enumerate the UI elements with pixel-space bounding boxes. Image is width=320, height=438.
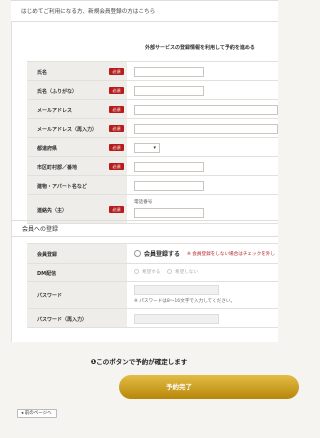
label-name-kana: 氏名（ふりがな）: [37, 89, 78, 95]
dm-yes-radio[interactable]: [134, 269, 139, 274]
label-building: 建物・アパート名など: [37, 184, 87, 190]
label-email-confirm: メールアドレス（再入力）: [37, 127, 98, 133]
label-email: メールアドレス: [37, 108, 73, 114]
confirm-text: ❶このボタンで予約が確定します: [90, 358, 188, 366]
row-name-kana: 氏名（ふりがな） 必須: [27, 80, 278, 99]
row-email: メールアドレス 必須: [27, 99, 278, 118]
row-dm: DM配信 希望する 希望しない: [27, 263, 278, 281]
row-name: 氏名 必須: [27, 61, 278, 80]
phone-caption: 電話番号: [134, 200, 153, 205]
required-badge: 必須: [109, 163, 124, 170]
register-option-label: 会員登録する: [144, 251, 181, 258]
divider: [11, 220, 278, 221]
required-badge: 必須: [109, 106, 124, 113]
label-phone: 連絡先（主）: [37, 208, 68, 214]
row-prefecture: 都道府県 必須 ▾: [27, 137, 278, 156]
required-badge: 必須: [109, 144, 124, 151]
row-password-confirm: パスワード（再入力）: [27, 308, 278, 328]
phone-input[interactable]: [134, 208, 204, 218]
submit-reservation-button[interactable]: 予約完了: [119, 375, 299, 399]
email-input[interactable]: [134, 105, 278, 115]
email-confirm-input[interactable]: [134, 124, 278, 134]
required-badge: 必須: [109, 125, 124, 132]
address-input[interactable]: [134, 162, 204, 172]
name-input[interactable]: [134, 67, 204, 77]
register-checkbox[interactable]: [134, 250, 141, 257]
divider: [11, 236, 278, 237]
password-input[interactable]: [134, 285, 219, 295]
row-email-confirm: メールアドレス（再入力） 必須: [27, 118, 278, 137]
label-password-confirm: パスワード（再入力）: [37, 317, 88, 323]
dm-no-radio[interactable]: [167, 269, 172, 274]
label-name: 氏名: [37, 70, 48, 76]
required-badge: 必須: [109, 87, 124, 94]
label-register: 会員登録: [37, 252, 58, 258]
new-member-header: はじめてご利用になる方、新規会員登録の方はこちら: [11, 0, 278, 22]
dm-yes-label: 希望する: [142, 270, 161, 275]
password-hint: ※ パスワードは8〜16文字で入力してください。: [134, 299, 236, 304]
chevron-down-icon: ▾: [153, 145, 156, 151]
label-dm: DM配信: [37, 271, 57, 277]
row-building: 建物・アパート名など: [27, 175, 278, 194]
prefecture-select[interactable]: ▾: [134, 143, 160, 153]
dm-no-label: 希望しない: [175, 270, 198, 275]
register-note: ※ 会員登録をしない場合はチェックを外し: [187, 252, 275, 257]
label-address: 市区町村郡／番地: [37, 165, 78, 171]
row-password: パスワード ※ パスワードは8〜16文字で入力してください。: [27, 281, 278, 308]
password-confirm-input[interactable]: [134, 314, 219, 324]
required-badge: 必須: [109, 68, 124, 75]
building-input[interactable]: [134, 181, 204, 191]
row-register: 会員登録 会員登録する ※ 会員登録をしない場合はチェックを外し: [27, 243, 278, 263]
label-prefecture: 都道府県: [37, 146, 58, 152]
back-button[interactable]: ◂ 前のページへ: [17, 409, 57, 418]
member-section-title: 会員への登録: [22, 226, 59, 233]
external-service-note: 外部サービスの登録情報を利用して予約を進める: [145, 45, 255, 51]
row-address: 市区町村郡／番地 必須: [27, 156, 278, 175]
name-kana-input[interactable]: [134, 86, 204, 96]
label-password: パスワード: [37, 293, 63, 299]
intro-text: はじめてご利用になる方、新規会員登録の方はこちら: [21, 9, 156, 15]
required-badge: 必須: [109, 206, 124, 213]
